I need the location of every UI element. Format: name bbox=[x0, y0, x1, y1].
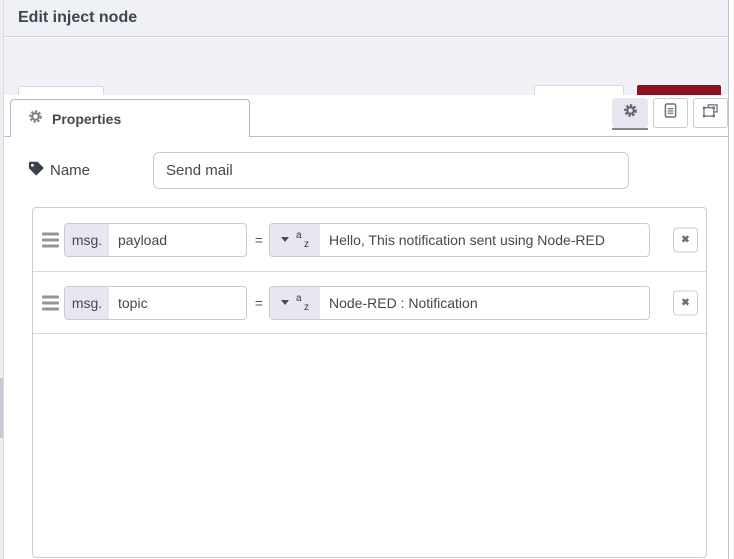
gear-icon bbox=[28, 109, 43, 129]
drag-handle-icon[interactable] bbox=[40, 293, 61, 312]
caret-down-icon bbox=[281, 300, 289, 305]
property-row-topic: msg. = az ✖ bbox=[33, 272, 706, 334]
remove-row-button[interactable]: ✖ bbox=[673, 290, 698, 315]
payload-value-input[interactable] bbox=[320, 223, 649, 256]
tab-properties-label: Properties bbox=[52, 110, 122, 127]
type-select-button[interactable]: az bbox=[270, 286, 320, 319]
topic-value-field: az bbox=[269, 285, 650, 320]
az-string-icon: az bbox=[296, 229, 309, 250]
edit-inject-node-dialog: Edit inject node Delete Cancel Done Prop… bbox=[0, 0, 734, 559]
properties-editable-list: msg. = az ✖ msg. = bbox=[32, 207, 707, 558]
payload-key-input[interactable] bbox=[109, 223, 246, 256]
appearance-tab-button[interactable] bbox=[693, 98, 728, 128]
payload-value-field: az bbox=[269, 222, 650, 257]
x-icon: ✖ bbox=[681, 297, 690, 308]
dialog-title: Edit inject node bbox=[18, 9, 138, 26]
gear-icon bbox=[623, 103, 638, 123]
tab-properties[interactable]: Properties bbox=[10, 99, 250, 137]
name-field-label: Name bbox=[50, 162, 91, 179]
x-icon: ✖ bbox=[681, 234, 690, 245]
selection-frame-icon bbox=[702, 103, 719, 123]
drag-handle-icon[interactable] bbox=[40, 230, 61, 249]
name-input[interactable] bbox=[153, 152, 629, 189]
equals-sign: = bbox=[254, 231, 264, 248]
tray-edge-divider bbox=[728, 0, 729, 559]
active-tab-underline bbox=[612, 128, 648, 130]
dialog-button-bar: Delete Cancel Done bbox=[4, 38, 728, 127]
scrollbar-thumb[interactable] bbox=[0, 378, 3, 438]
topic-key-input[interactable] bbox=[109, 286, 246, 319]
topic-key-field: msg. bbox=[64, 285, 247, 320]
payload-key-field: msg. bbox=[64, 222, 247, 257]
remove-row-button[interactable]: ✖ bbox=[673, 227, 698, 252]
type-select-button[interactable]: az bbox=[270, 223, 320, 256]
msg-prefix: msg. bbox=[65, 223, 109, 256]
msg-prefix: msg. bbox=[65, 286, 109, 319]
description-tab-button[interactable] bbox=[653, 98, 688, 128]
az-string-icon: az bbox=[296, 292, 309, 313]
tag-icon bbox=[28, 161, 45, 182]
dialog-header: Edit inject node bbox=[4, 0, 728, 37]
topic-value-input[interactable] bbox=[320, 286, 649, 319]
caret-down-icon bbox=[281, 237, 289, 242]
equals-sign: = bbox=[254, 294, 264, 311]
property-row-payload: msg. = az ✖ bbox=[33, 208, 706, 272]
settings-tab-button[interactable] bbox=[612, 98, 648, 128]
document-icon bbox=[664, 103, 677, 123]
